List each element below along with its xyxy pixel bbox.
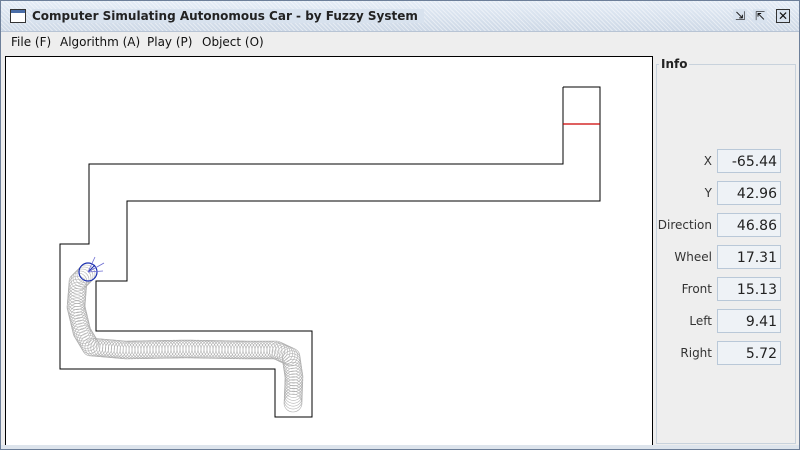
app-window: Computer Simulating Autonomous Car - by … xyxy=(0,0,800,450)
menu-algorithm[interactable]: Algorithm (A) xyxy=(60,35,140,49)
info-panel: Info X -65.44 Y 42.96 Direction 46.86 Wh… xyxy=(655,56,796,444)
track-boundary-outer xyxy=(59,86,601,418)
value-direction: 46.86 xyxy=(717,213,781,237)
label-wheel: Wheel xyxy=(674,250,712,264)
window-title: Computer Simulating Autonomous Car - by … xyxy=(32,9,424,23)
minimize-icon[interactable]: ⇲ xyxy=(733,9,747,23)
menu-bar: File (F) Algorithm (A) Play (P) Object (… xyxy=(1,32,799,54)
car-trail xyxy=(66,262,304,413)
label-direction: Direction xyxy=(657,218,712,232)
info-title: Info xyxy=(659,57,690,71)
value-left: 9.41 xyxy=(717,309,781,333)
label-right: Right xyxy=(680,346,712,360)
window-icon xyxy=(10,9,26,23)
label-x: X xyxy=(703,154,712,168)
menu-file[interactable]: File (F) xyxy=(11,35,51,49)
value-y: 42.96 xyxy=(717,181,781,205)
value-front: 15.13 xyxy=(717,277,781,301)
track-svg xyxy=(59,86,601,418)
close-icon[interactable]: ✕ xyxy=(776,9,790,23)
maximize-icon[interactable]: ⇱ xyxy=(753,9,767,23)
bottom-edge xyxy=(1,445,799,449)
title-bar[interactable]: Computer Simulating Autonomous Car - by … xyxy=(1,1,799,32)
label-left: Left xyxy=(689,314,712,328)
label-front: Front xyxy=(681,282,712,296)
value-wheel: 17.31 xyxy=(717,245,781,269)
menu-play[interactable]: Play (P) xyxy=(147,35,192,49)
menu-object[interactable]: Object (O) xyxy=(202,35,264,49)
value-x: -65.44 xyxy=(717,149,781,173)
value-right: 5.72 xyxy=(717,341,781,365)
label-y: Y xyxy=(704,186,712,200)
simulation-canvas[interactable] xyxy=(5,56,653,446)
